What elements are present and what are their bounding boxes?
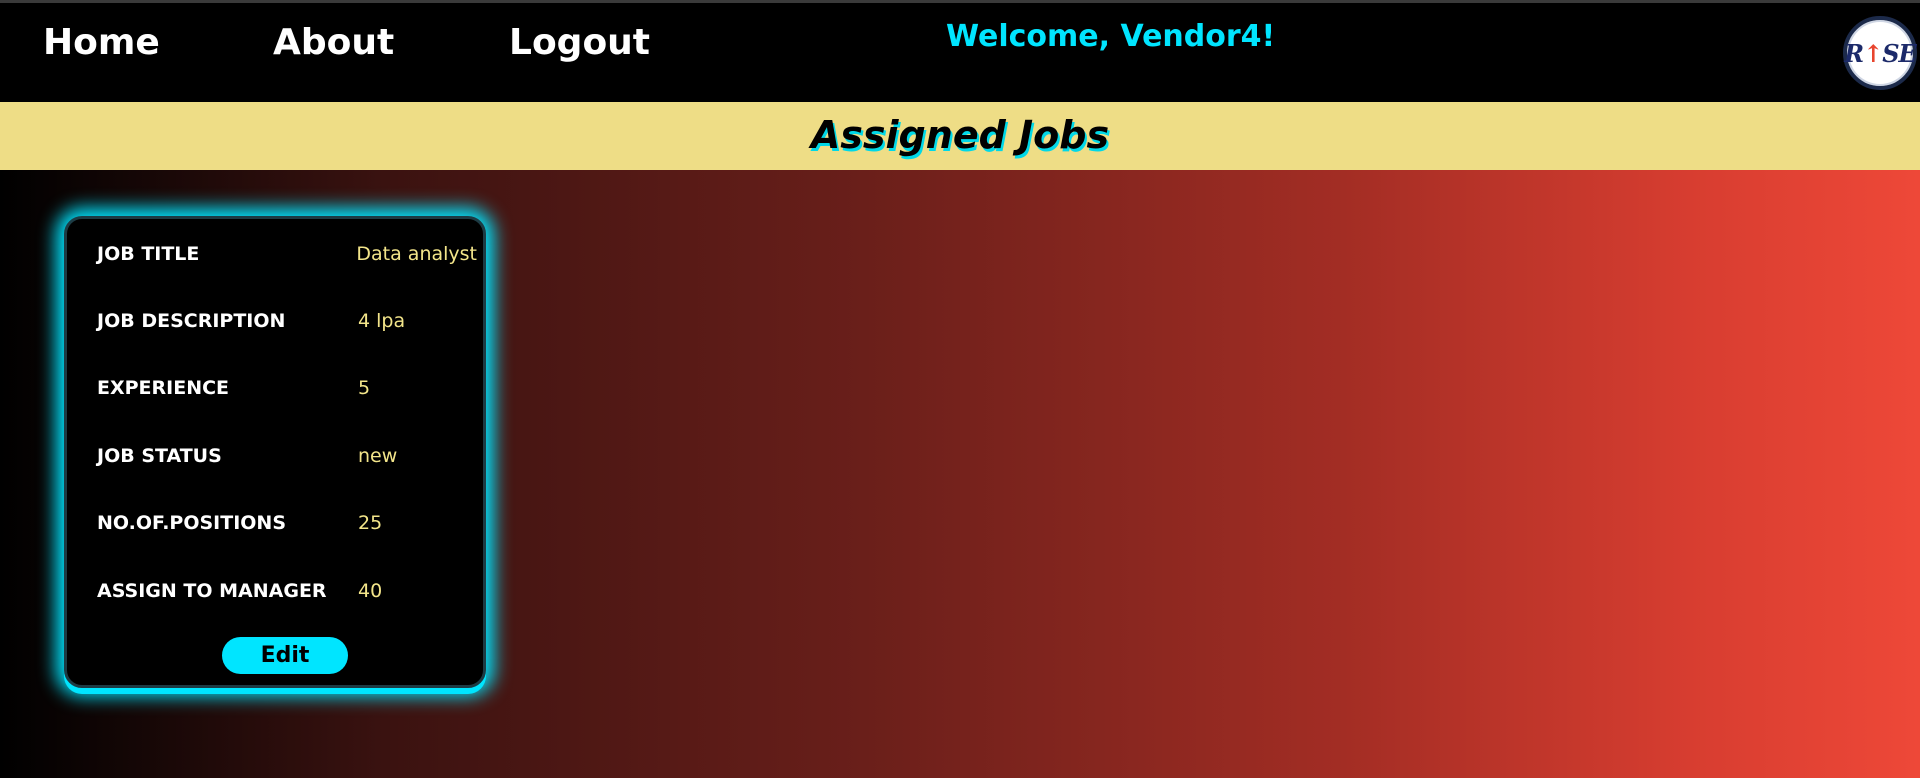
main-content: JOB TITLE Data analyst JOB DESCRIPTION 4… (0, 170, 1920, 778)
job-field-row: JOB TITLE Data analyst (97, 239, 477, 269)
experience-value: 5 (358, 377, 371, 399)
positions-label: NO.OF.POSITIONS (97, 512, 287, 534)
job-description-value: 4 lpa (358, 310, 406, 332)
logo-arrow-icon: ↑ (1863, 38, 1883, 68)
job-status-value: new (358, 445, 398, 467)
job-card: JOB TITLE Data analyst JOB DESCRIPTION 4… (64, 216, 486, 688)
page-title: Assigned Jobs (810, 112, 1110, 157)
nav-home-link[interactable]: Home (43, 22, 160, 63)
job-field-row: NO.OF.POSITIONS 25 (97, 508, 477, 538)
job-title-value: Data analyst (356, 243, 477, 265)
assign-manager-label: ASSIGN TO MANAGER (97, 580, 327, 602)
logo-text: R↑SE (1844, 38, 1917, 68)
experience-label: EXPERIENCE (97, 377, 230, 399)
job-title-label: JOB TITLE (97, 243, 200, 265)
job-field-row: JOB DESCRIPTION 4 lpa (97, 306, 477, 336)
nav-logout-link[interactable]: Logout (509, 22, 650, 63)
job-status-label: JOB STATUS (97, 445, 222, 467)
job-field-row: EXPERIENCE 5 (97, 373, 477, 403)
job-description-label: JOB DESCRIPTION (97, 310, 286, 332)
rise-logo[interactable]: R↑SE (1843, 16, 1917, 90)
page-banner: Assigned Jobs (0, 102, 1920, 170)
welcome-message: Welcome, Vendor4! (946, 19, 1276, 54)
nav-about-link[interactable]: About (273, 22, 394, 63)
assign-manager-value: 40 (358, 580, 383, 602)
navbar: Home About Logout Welcome, Vendor4! R↑SE (0, 3, 1920, 102)
job-field-row: JOB STATUS new (97, 441, 477, 471)
positions-value: 25 (358, 512, 383, 534)
edit-button[interactable]: Edit (222, 637, 348, 674)
job-field-row: ASSIGN TO MANAGER 40 (97, 576, 477, 606)
